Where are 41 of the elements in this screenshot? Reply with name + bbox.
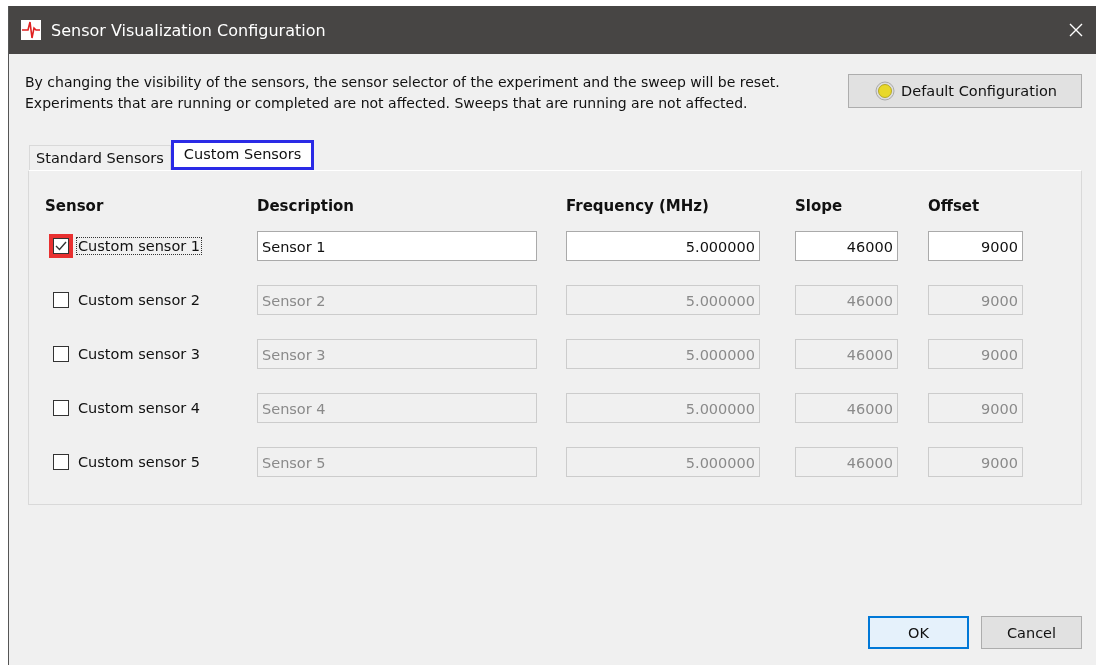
dialog-button[interactable]: OK: [868, 616, 969, 649]
bulb-icon: [875, 81, 896, 101]
description-field[interactable]: Sensor 3: [257, 339, 537, 369]
tab[interactable]: Custom Sensors: [170, 140, 315, 170]
column-header: Frequency (MHz): [566, 197, 710, 215]
dialog-button[interactable]: Cancel: [981, 616, 1082, 649]
offset-field[interactable]: 9000: [928, 447, 1023, 477]
description-field[interactable]: Sensor 5: [257, 447, 537, 477]
offset-field[interactable]: 9000: [928, 393, 1023, 423]
sensor-label[interactable]: Custom sensor 3: [76, 345, 203, 363]
offset-field[interactable]: 9000: [928, 285, 1023, 315]
sensor-label[interactable]: Custom sensor 1: [76, 237, 203, 255]
slope-field[interactable]: 46000: [795, 447, 898, 477]
checkbox[interactable]: [49, 234, 73, 258]
frequency-field[interactable]: 5.000000: [566, 339, 760, 369]
slope-field[interactable]: 46000: [795, 231, 898, 261]
frequency-field[interactable]: 5.000000: [566, 393, 760, 423]
sensor-label[interactable]: Custom sensor 2: [76, 291, 203, 309]
offset-field[interactable]: 9000: [928, 231, 1023, 261]
window-title: Sensor Visualization Configuration: [51, 20, 327, 40]
notice-text: By changing the visibility of the sensors, the sensor selector of the experiment and the sweep will be reset. Experiments that are running or completed are not affected. Sweeps that are running are not affected.: [25, 73, 781, 113]
frequency-field[interactable]: 5.000000: [566, 231, 760, 261]
slope-field[interactable]: 46000: [795, 393, 898, 423]
description-field[interactable]: Sensor 1: [257, 231, 537, 261]
column-header: Sensor: [45, 197, 105, 215]
frequency-field[interactable]: 5.000000: [566, 447, 760, 477]
sensor-label[interactable]: Custom sensor 5: [76, 453, 203, 471]
tab[interactable]: Standard Sensors: [29, 145, 171, 170]
slope-field[interactable]: 46000: [795, 339, 898, 369]
column-header: Slope: [795, 197, 844, 215]
slope-field[interactable]: 46000: [795, 285, 898, 315]
pulse-icon: [21, 20, 41, 40]
column-header: Description: [257, 197, 356, 215]
frequency-field[interactable]: 5.000000: [566, 285, 760, 315]
description-field[interactable]: Sensor 4: [257, 393, 537, 423]
default-configuration-button[interactable]: Default Configuration: [848, 74, 1082, 108]
column-header: Offset: [928, 197, 981, 215]
sensor-label[interactable]: Custom sensor 4: [76, 399, 203, 417]
description-field[interactable]: Sensor 2: [257, 285, 537, 315]
offset-field[interactable]: 9000: [928, 339, 1023, 369]
close-icon[interactable]: [1068, 22, 1084, 38]
